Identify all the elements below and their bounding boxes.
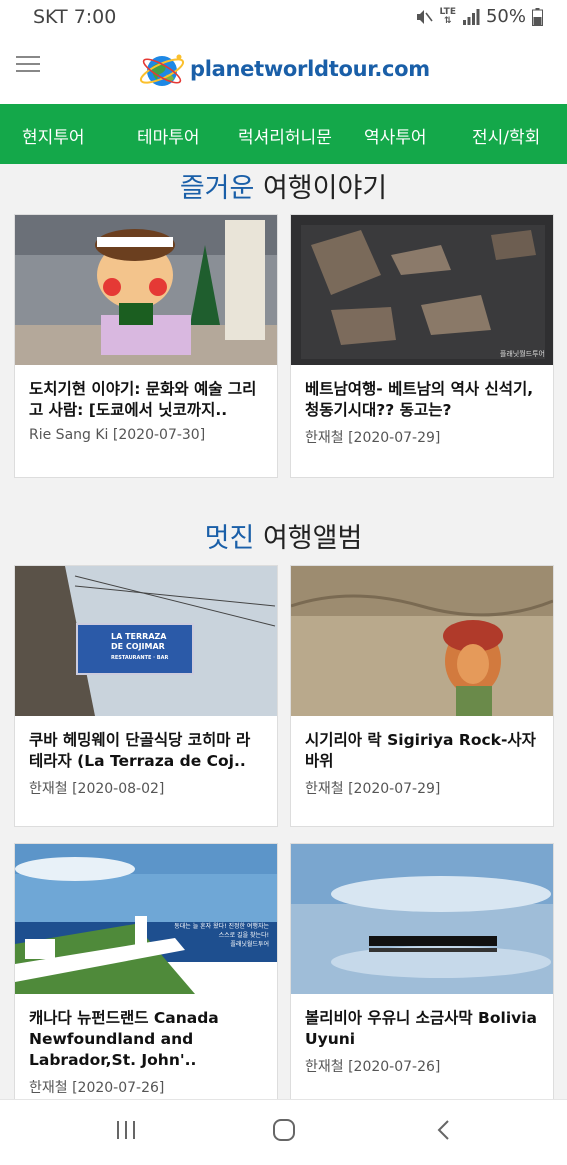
nav-item-local-tour[interactable]: 현지투어 xyxy=(22,123,85,148)
album-thumbnail: LA TERRAZA DE COJIMAR RESTAURANTE · BAR xyxy=(15,566,277,716)
album-author: 한재철 xyxy=(29,1080,68,1096)
album-image-caption: 동대는 늘 혼자 왔다! 진정한 여행자는 스스로 길을 찾는다! 플래닛월드투… xyxy=(174,923,269,948)
nav-item-exhibition[interactable]: 전시/학회 xyxy=(472,123,540,148)
album-meta: 한재철 [2020-08-02] xyxy=(15,772,277,798)
page: SKT 7:00 LTE ⇅ 50% planetworldtour.com 현… xyxy=(0,0,567,1165)
battery-icon xyxy=(532,7,543,26)
nav-item-history-tour[interactable]: 역사투어 xyxy=(364,123,427,148)
album-author: 한재철 xyxy=(305,781,344,797)
globe-logo-icon xyxy=(139,54,185,86)
story-date: [2020-07-30] xyxy=(112,427,206,443)
album-meta: 한재철 [2020-07-26] xyxy=(15,1071,277,1097)
album-title[interactable]: 캐나다 뉴펀드랜드 Canada Newfoundland and Labrad… xyxy=(15,994,277,1071)
album-title[interactable]: 시기리아 락 Sigiriya Rock-사자 바위 xyxy=(291,716,553,772)
site-header: planetworldtour.com xyxy=(0,36,567,104)
story-thumbnail xyxy=(15,215,277,365)
album-date: [2020-07-26] xyxy=(72,1080,165,1096)
album-title[interactable]: 쿠바 헤밍웨이 단골식당 코히마 라 테라자 (La Terraza de Co… xyxy=(15,716,277,772)
system-nav-bar xyxy=(0,1099,567,1165)
story-title[interactable]: 도치기현 이야기: 문화와 예술 그리고 사람: [도쿄에서 닛코까지.. xyxy=(15,365,277,421)
story-author: Rie Sang Ki xyxy=(29,427,109,443)
mute-icon xyxy=(417,9,434,24)
site-logo[interactable]: planetworldtour.com xyxy=(138,44,430,94)
story-meta: Rie Sang Ki [2020-07-30] xyxy=(15,421,277,443)
album-author: 한재철 xyxy=(305,1059,344,1075)
nav-item-luxury-honeymoon[interactable]: 럭셔리허니문 xyxy=(238,123,332,148)
album-title[interactable]: 볼리비아 우유니 소금사막 Bolivia Uyuni xyxy=(291,994,553,1050)
signal-icon xyxy=(462,8,480,25)
album-thumbnail: 동대는 늘 혼자 왔다! 진정한 여행자는 스스로 길을 찾는다! 플래닛월드투… xyxy=(15,844,277,994)
sign-text: LA TERRAZA DE COJIMAR RESTAURANTE · BAR xyxy=(111,632,169,661)
album-meta: 한재철 [2020-07-29] xyxy=(291,772,553,798)
stories-section-title: 즐거운 여행이야기 xyxy=(179,173,388,204)
story-card[interactable]: 도치기현 이야기: 문화와 예술 그리고 사람: [도쿄에서 닛코까지.. Ri… xyxy=(14,214,278,478)
album-date: [2020-07-26] xyxy=(348,1059,441,1075)
story-thumbnail: 플래닛월드투어 xyxy=(291,215,553,365)
menu-icon[interactable] xyxy=(16,56,40,76)
nav-item-theme-tour[interactable]: 테마투어 xyxy=(137,123,200,148)
album-card[interactable]: 볼리비아 우유니 소금사막 Bolivia Uyuni 한재철 [2020-07… xyxy=(290,843,554,1105)
status-carrier-time: SKT 7:00 xyxy=(33,6,117,28)
album-date: [2020-08-02] xyxy=(72,781,165,797)
album-card[interactable]: 시기리아 락 Sigiriya Rock-사자 바위 한재철 [2020-07-… xyxy=(290,565,554,827)
category-nav: 현지투어 테마투어 럭셔리허니문 역사투어 전시/학회 xyxy=(0,104,567,164)
story-date: [2020-07-29] xyxy=(348,430,441,446)
story-title[interactable]: 베트남여행- 베트남의 역사 신석기, 청동기시대?? 동고는? xyxy=(291,365,553,421)
album-author: 한재철 xyxy=(29,781,68,797)
story-image-caption: 플래닛월드투어 xyxy=(499,350,545,358)
album-thumbnail xyxy=(291,566,553,716)
album-date: [2020-07-29] xyxy=(348,781,441,797)
status-icons: LTE ⇅ 50% xyxy=(415,6,543,27)
album-section-title: 멋진 여행앨범 xyxy=(204,523,363,554)
recent-apps-icon[interactable] xyxy=(114,1118,138,1142)
album-thumbnail xyxy=(291,844,553,994)
logo-text: planetworldtour.com xyxy=(190,57,430,81)
status-bar: SKT 7:00 LTE ⇅ 50% xyxy=(0,0,567,36)
album-card[interactable]: 동대는 늘 혼자 왔다! 진정한 여행자는 스스로 길을 찾는다! 플래닛월드투… xyxy=(14,843,278,1105)
story-card[interactable]: 플래닛월드투어 베트남여행- 베트남의 역사 신석기, 청동기시대?? 동고는?… xyxy=(290,214,554,478)
story-meta: 한재철 [2020-07-29] xyxy=(291,421,553,447)
album-card[interactable]: LA TERRAZA DE COJIMAR RESTAURANTE · BAR … xyxy=(14,565,278,827)
home-icon[interactable] xyxy=(272,1118,296,1142)
story-author: 한재철 xyxy=(305,430,344,446)
lte-icon: LTE ⇅ xyxy=(439,6,456,26)
album-meta: 한재철 [2020-07-26] xyxy=(291,1050,553,1076)
battery-percent: 50% xyxy=(485,6,526,27)
back-icon[interactable] xyxy=(432,1118,456,1142)
